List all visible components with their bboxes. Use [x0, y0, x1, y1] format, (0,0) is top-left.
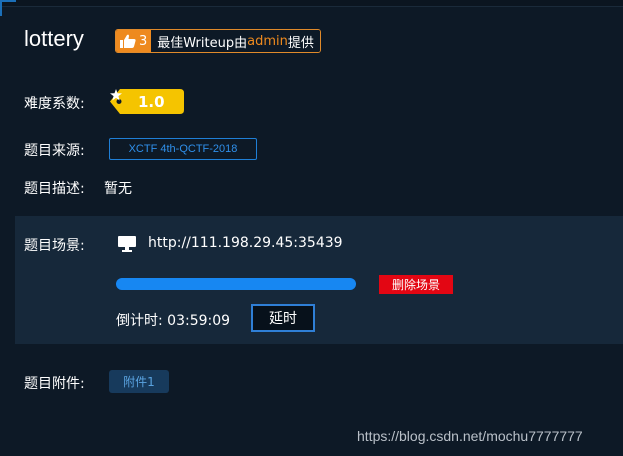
- watermark: https://blog.csdn.net/mochu7777777: [357, 428, 583, 444]
- difficulty-label: 难度系数:: [24, 96, 85, 112]
- countdown-value: 03:59:09: [167, 313, 231, 329]
- scene-progress-bar: [116, 278, 356, 290]
- attachment-button[interactable]: 附件1: [109, 370, 169, 393]
- source-tag[interactable]: XCTF 4th-QCTF-2018: [109, 138, 257, 160]
- like-count: 3: [139, 33, 148, 49]
- source-label: 题目来源:: [24, 143, 85, 159]
- delete-scene-button[interactable]: 删除场景: [379, 275, 453, 294]
- writeup-provider[interactable]: 最佳Writeup由 admin 提供: [151, 30, 320, 52]
- description-value: 暂无: [104, 181, 132, 197]
- writeup-author-link[interactable]: admin: [247, 34, 288, 49]
- star-icon: [110, 89, 122, 101]
- frame-corner: [0, 0, 16, 16]
- scene-progress-fill: [116, 278, 356, 290]
- difficulty-tag: 1.0: [110, 89, 184, 114]
- thumbs-up-icon: [120, 34, 136, 48]
- attachment-label: 题目附件:: [24, 376, 85, 392]
- scene-url[interactable]: http://111.198.29.45:35439: [148, 235, 343, 251]
- window-top-bar: [0, 0, 623, 7]
- extend-time-button[interactable]: 延时: [251, 304, 315, 332]
- countdown-label: 倒计时:: [116, 313, 163, 329]
- writeup-prefix: 最佳Writeup由: [157, 35, 248, 51]
- description-label: 题目描述:: [24, 181, 85, 197]
- writeup-badge[interactable]: 3 最佳Writeup由 admin 提供: [115, 29, 321, 53]
- challenge-title: lottery: [24, 26, 84, 51]
- writeup-like-count[interactable]: 3: [116, 30, 152, 52]
- monitor-icon: [118, 236, 136, 252]
- countdown: 倒计时: 03:59:09: [116, 310, 230, 330]
- writeup-suffix: 提供: [287, 35, 314, 51]
- difficulty-value: 1.0: [138, 93, 165, 111]
- scene-label: 题目场景:: [24, 238, 85, 254]
